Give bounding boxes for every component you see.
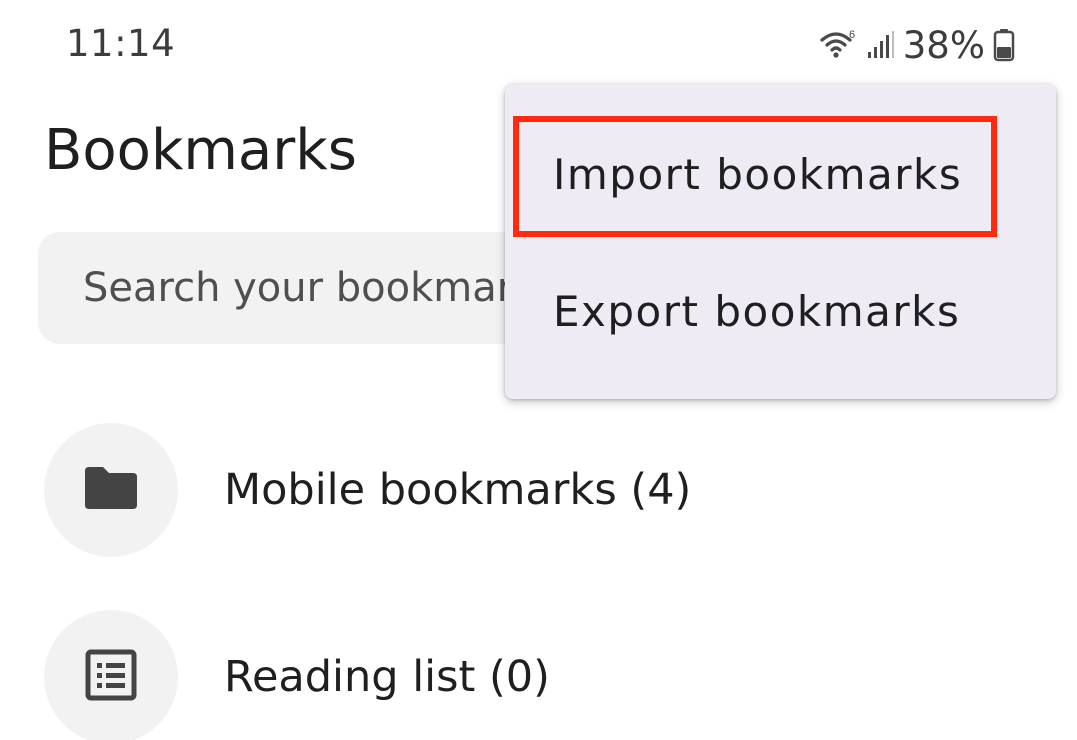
overflow-menu: Import bookmarks Export bookmarks <box>505 84 1056 399</box>
battery-percent: 38% <box>902 23 985 67</box>
page-title: Bookmarks <box>44 118 357 183</box>
signal-icon <box>867 30 895 60</box>
reading-list-icon <box>85 649 137 705</box>
folder-icon <box>82 465 140 515</box>
export-bookmarks-menu-item[interactable]: Export bookmarks <box>505 261 1056 361</box>
svg-text:6: 6 <box>849 29 855 41</box>
status-icons: 6 38% <box>819 22 1015 68</box>
battery-icon <box>993 28 1015 62</box>
status-time: 11:14 <box>66 22 176 65</box>
bookmarks-screen: 11:14 6 38% Bookmarks Search your bookma… <box>0 0 1077 740</box>
import-bookmarks-menu-item[interactable]: Import bookmarks <box>505 124 1056 224</box>
list-item-label: Reading list (0) <box>224 652 550 702</box>
list-item-mobile-bookmarks[interactable]: Mobile bookmarks (4) <box>44 422 1034 558</box>
list-item-reading-list[interactable]: Reading list (0) <box>44 609 1034 740</box>
list-item-label: Mobile bookmarks (4) <box>224 465 692 515</box>
folder-icon-container <box>44 423 178 557</box>
reading-list-icon-container <box>44 610 178 740</box>
wifi-icon: 6 <box>819 28 859 62</box>
